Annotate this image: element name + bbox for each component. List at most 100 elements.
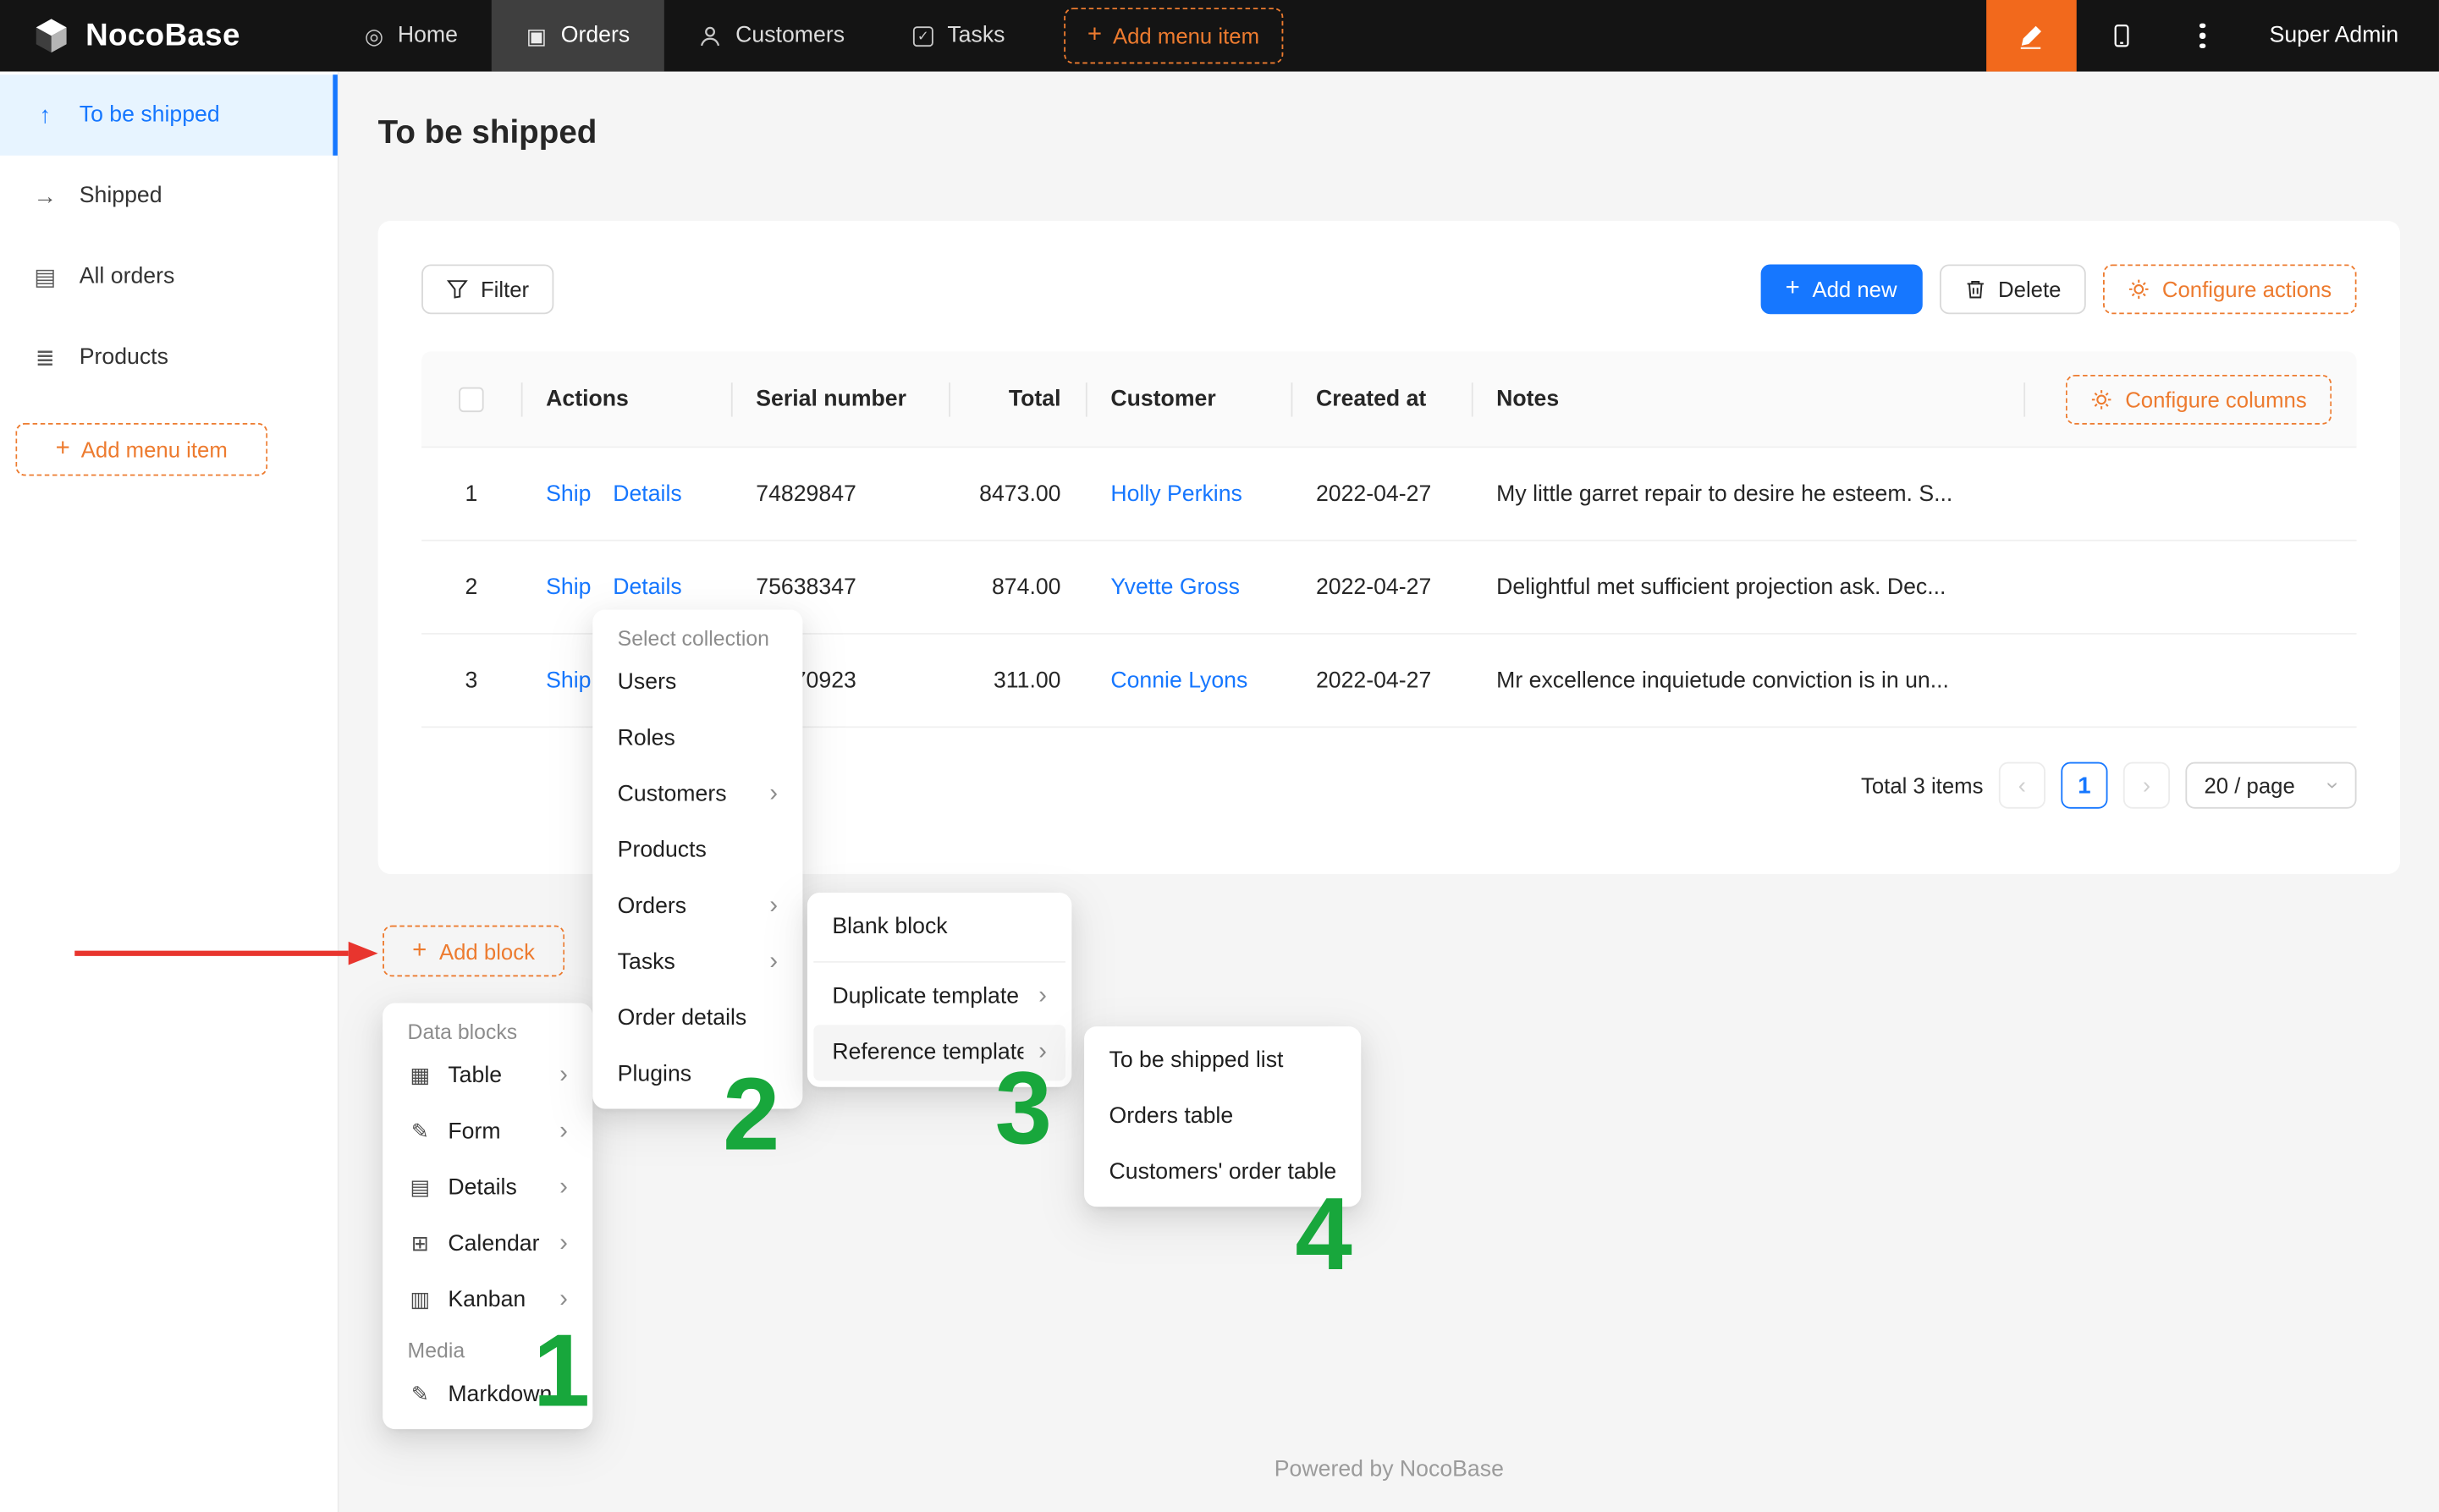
header-serial-number: Serial number <box>731 351 949 446</box>
trash-icon <box>1964 278 1986 300</box>
menu-item-label: Details <box>448 1176 543 1201</box>
menu-item-label: Table <box>448 1064 543 1088</box>
menu-group-label: Data blocks <box>389 1009 586 1048</box>
document-icon: ▤ <box>31 265 59 289</box>
chevron-right-icon: › <box>2143 772 2150 799</box>
sidebar-item-products[interactable]: ≣ Products <box>0 317 338 399</box>
menu-item-order-details[interactable]: Order details <box>599 991 796 1047</box>
sidebar-item-label: Products <box>80 345 168 370</box>
menu-item-blank-block[interactable]: Blank block <box>813 899 1065 954</box>
customer-link[interactable]: Connie Lyons <box>1110 668 1247 692</box>
page-layout: ↑ To be shipped → Shipped ▤ All orders ≣… <box>0 72 2439 1512</box>
nav-item-customers[interactable]: Customers <box>664 0 879 72</box>
customer-cell: Yvette Gross <box>1086 575 1291 599</box>
header-notes: Notes <box>1472 351 2023 446</box>
chevron-right-icon: › <box>559 1176 568 1201</box>
select-all-checkbox[interactable] <box>459 387 483 411</box>
markdown-icon: ✎ <box>408 1384 432 1405</box>
more-menu-button[interactable] <box>2166 0 2238 72</box>
customer-link[interactable]: Yvette Gross <box>1110 575 1240 599</box>
add-new-button[interactable]: + Add new <box>1760 264 1922 314</box>
list-icon: ≣ <box>31 346 59 370</box>
menu-item-label: Tasks <box>618 950 754 975</box>
ship-link[interactable]: Ship <box>546 575 591 599</box>
sidebar-item-to-be-shipped[interactable]: ↑ To be shipped <box>0 74 338 156</box>
serial-cell: 74829847 <box>731 481 949 506</box>
page-1-button[interactable]: 1 <box>2061 762 2107 809</box>
menu-item-customers[interactable]: Customers › <box>599 767 796 822</box>
sidebar-item-shipped[interactable]: → Shipped <box>0 156 338 237</box>
menu-item-orders-table[interactable]: Orders table <box>1090 1089 1354 1145</box>
nav-item-label: Customers <box>735 24 845 48</box>
row-index-cell: 2 <box>421 575 521 599</box>
customers-icon <box>698 24 722 47</box>
select-collection-menu: Select collection Users Roles Customers … <box>592 609 802 1108</box>
menu-item-to-be-shipped-list[interactable]: To be shipped list <box>1090 1032 1354 1088</box>
chevron-right-icon: › <box>1038 984 1047 1009</box>
ui-editor-button[interactable] <box>1986 0 2077 72</box>
menu-item-users[interactable]: Users <box>599 655 796 711</box>
page-size-select[interactable]: 20 / page › <box>2185 762 2356 809</box>
prev-page-button[interactable]: ‹ <box>1999 762 2045 809</box>
nav-add-label: Add menu item <box>1113 24 1259 48</box>
next-page-button[interactable]: › <box>2123 762 2170 809</box>
delete-label: Delete <box>1998 277 2061 301</box>
arrow-up-icon: ↑ <box>31 103 59 127</box>
nav-item-orders[interactable]: ▣ Orders <box>492 0 663 72</box>
menu-item-label: Orders <box>618 894 754 919</box>
menu-item-table[interactable]: ▦ Table › <box>389 1048 586 1104</box>
customer-link[interactable]: Holly Perkins <box>1110 481 1242 506</box>
row-index: 1 <box>465 481 477 506</box>
menu-item-label: Customers <box>618 783 754 807</box>
menu-item-tasks[interactable]: Tasks › <box>599 935 796 991</box>
arrow-right-icon: → <box>31 184 59 208</box>
annotation-red-arrow <box>69 936 383 970</box>
annotation-number-1: 1 <box>533 1319 590 1421</box>
user-menu[interactable]: Super Admin <box>2238 24 2439 48</box>
filter-icon <box>447 278 469 300</box>
page-title: To be shipped <box>378 115 2400 152</box>
sidebar: ↑ To be shipped → Shipped ▤ All orders ≣… <box>0 72 339 1512</box>
menu-item-products[interactable]: Products <box>599 822 796 878</box>
notes-cell: Mr excellence inquietude conviction is i… <box>1472 668 2357 692</box>
menu-divider <box>813 961 1065 963</box>
sidebar-item-label: Shipped <box>80 184 162 208</box>
notes-cell: My little garret repair to desire he est… <box>1472 481 2357 506</box>
details-link[interactable]: Details <box>613 481 681 506</box>
plus-icon: + <box>56 437 70 461</box>
menu-item-orders[interactable]: Orders › <box>599 878 796 934</box>
kebab-dot <box>2200 33 2205 38</box>
chevron-left-icon: ‹ <box>2018 772 2026 799</box>
navbar-right: Super Admin <box>1986 0 2439 72</box>
notes-cell: Delightful met sufficient projection ask… <box>1472 575 2357 599</box>
add-block-button[interactable]: + Add block <box>383 926 564 977</box>
menu-item-details[interactable]: ▤ Details › <box>389 1160 586 1216</box>
sidebar-item-all-orders[interactable]: ▤ All orders <box>0 236 338 317</box>
menu-item-label: Roles <box>618 726 778 751</box>
sidebar-add-menu-item-button[interactable]: + Add menu item <box>15 423 267 476</box>
menu-item-roles[interactable]: Roles <box>599 711 796 767</box>
navbar-left: NocoBase ◎ Home ▣ Orders Cus <box>0 0 1283 72</box>
details-link[interactable]: Details <box>613 575 681 599</box>
delete-button[interactable]: Delete <box>1939 264 2086 314</box>
total-cell: 874.00 <box>949 575 1086 599</box>
menu-item-duplicate-template[interactable]: Duplicate template › <box>813 969 1065 1025</box>
header-actions: Actions <box>521 351 731 446</box>
configure-actions-button[interactable]: Configure actions <box>2103 264 2357 314</box>
menu-item-calendar[interactable]: ⊞ Calendar › <box>389 1216 586 1272</box>
ship-link[interactable]: Ship <box>546 668 591 692</box>
menu-item-form[interactable]: ✎ Form › <box>389 1104 586 1160</box>
calendar-icon: ⊞ <box>408 1234 432 1255</box>
customer-cell: Connie Lyons <box>1086 668 1291 692</box>
nav-item-tasks[interactable]: ✓ Tasks <box>878 0 1038 72</box>
nav-item-label: Home <box>398 24 458 48</box>
ship-link[interactable]: Ship <box>546 481 591 506</box>
filter-button[interactable]: Filter <box>421 264 553 314</box>
mobile-preview-button[interactable] <box>2077 0 2167 72</box>
nocobase-brand[interactable]: NocoBase <box>31 15 240 56</box>
nav-item-home[interactable]: ◎ Home <box>330 0 492 72</box>
nocobase-logo-icon <box>31 15 72 56</box>
table-toolbar: Filter + Add new Delete <box>421 264 2356 314</box>
configure-columns-button[interactable]: Configure columns <box>2066 374 2332 424</box>
nav-add-menu-item-button[interactable]: + Add menu item <box>1064 8 1282 63</box>
